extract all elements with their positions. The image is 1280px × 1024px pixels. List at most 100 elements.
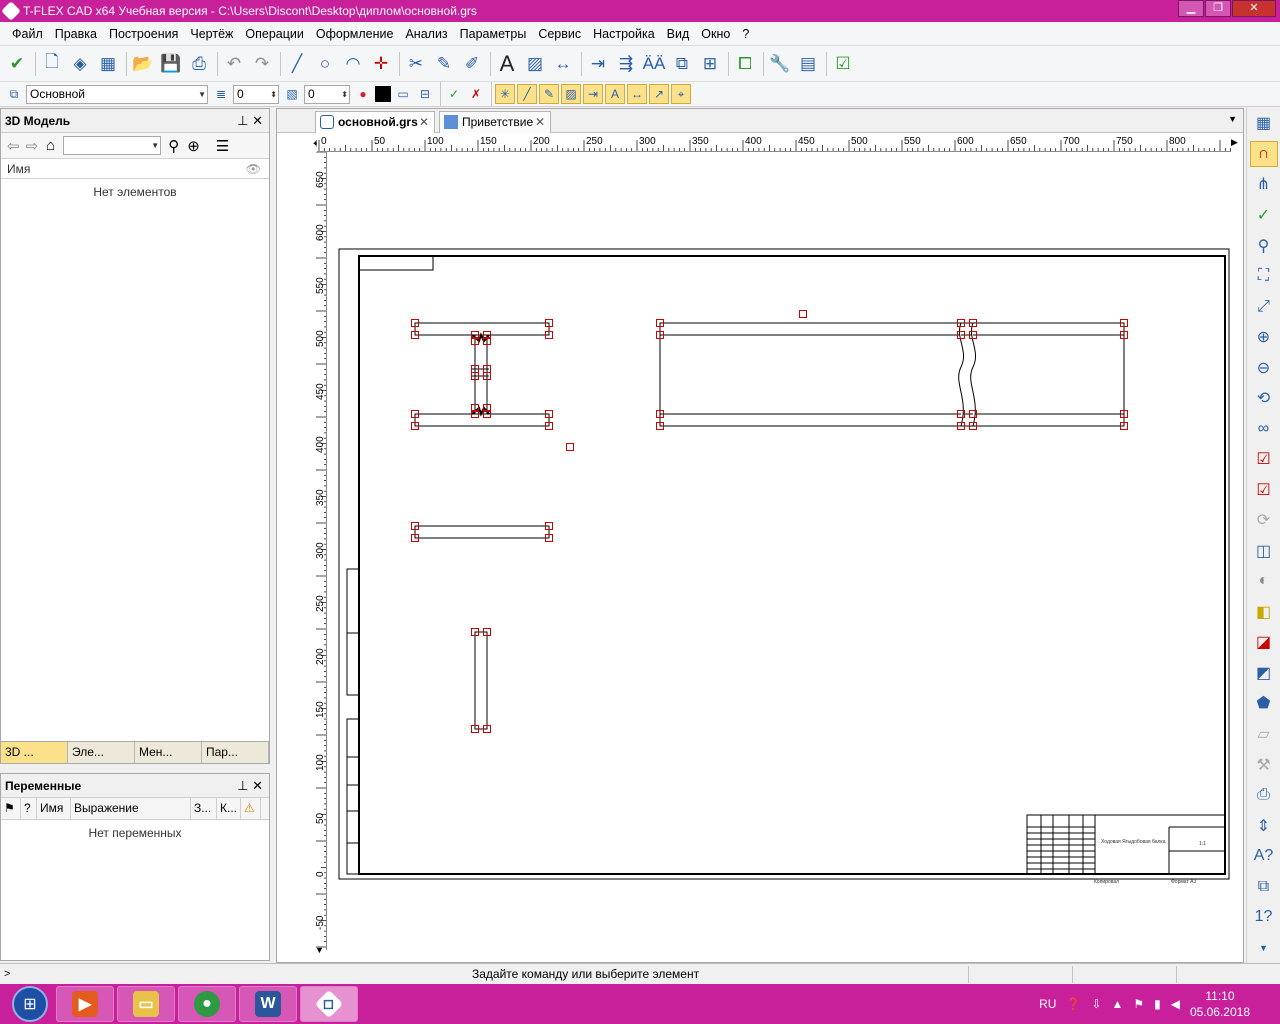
rotate-icon[interactable]: ⟳ bbox=[1250, 507, 1278, 534]
calculator-icon[interactable]: ▤ bbox=[795, 50, 821, 78]
snap-leader-icon[interactable]: ↗ bbox=[649, 84, 669, 104]
volume-icon[interactable]: ◀ bbox=[1171, 997, 1180, 1011]
zoom-previous-icon[interactable]: ⟲ bbox=[1250, 385, 1278, 412]
visibility-icon[interactable]: 👁 bbox=[246, 162, 261, 176]
menu-item-4[interactable]: Операции bbox=[239, 27, 309, 41]
column-name[interactable]: Имя bbox=[7, 162, 30, 176]
var-col-expression[interactable]: Выражение bbox=[71, 798, 191, 819]
usb-tray-icon[interactable]: ⇩ bbox=[1091, 997, 1101, 1011]
printer-icon[interactable]: ⎙ bbox=[1250, 782, 1278, 809]
search-icon[interactable]: ⚲ bbox=[168, 137, 179, 155]
tab-close-icon[interactable]: ✕ bbox=[419, 112, 429, 132]
scroll-down-icon[interactable]: ▼ bbox=[1250, 934, 1278, 961]
fragment-icon[interactable]: ⇥ bbox=[585, 50, 611, 78]
hatch-icon[interactable]: ▨ bbox=[522, 50, 548, 78]
options-icon[interactable]: 🔧 bbox=[767, 50, 793, 78]
trim-icon[interactable]: ✂ bbox=[403, 50, 429, 78]
snap-text-icon[interactable]: A bbox=[605, 84, 625, 104]
sketch-icon[interactable]: ✎ bbox=[431, 50, 457, 78]
check-cube2-icon[interactable]: ☑ bbox=[1250, 476, 1278, 503]
check-cube-icon[interactable]: ☑ bbox=[1250, 446, 1278, 473]
zoom-in-icon[interactable]: ⊕ bbox=[1250, 324, 1278, 351]
snap-fragment-icon[interactable]: ⇥ bbox=[583, 84, 603, 104]
language-indicator[interactable]: RU bbox=[1039, 997, 1056, 1011]
filter-icon[interactable]: ⊟ bbox=[415, 84, 435, 104]
tab-document-main[interactable]: основной.grs ✕ bbox=[315, 111, 435, 133]
flag-tray-icon[interactable]: ⚑ bbox=[1133, 997, 1144, 1011]
selection-handle[interactable] bbox=[799, 310, 807, 318]
menu-item-1[interactable]: Правка bbox=[49, 27, 103, 41]
dimension-icon[interactable]: ↔ bbox=[550, 50, 576, 78]
var-col-q[interactable]: ? bbox=[21, 798, 37, 819]
tools-icon[interactable]: ⚒ bbox=[1250, 751, 1278, 778]
variables-icon[interactable]: ÄÄ bbox=[641, 50, 667, 78]
view-icon[interactable]: ▱ bbox=[1250, 721, 1278, 748]
priority-input[interactable]: 0 ⬍ bbox=[304, 84, 350, 104]
save-icon[interactable]: 💾 bbox=[158, 50, 184, 78]
grid-icon[interactable]: ▦ bbox=[1250, 110, 1278, 137]
snap-node-icon[interactable]: ✳ bbox=[495, 84, 515, 104]
var-pin-close-buttons[interactable]: ⊥ ✕ bbox=[237, 778, 263, 794]
tab-menu[interactable]: Мен... bbox=[135, 742, 202, 763]
menu-item-3[interactable]: Чертёж bbox=[184, 27, 239, 41]
snap-sketch-icon[interactable]: ✎ bbox=[539, 84, 559, 104]
zoom-extents-icon[interactable]: ⤢ bbox=[1250, 293, 1278, 320]
new-table-icon[interactable]: ▦ bbox=[95, 50, 121, 78]
show-hidden-icon[interactable]: ▲ bbox=[1111, 997, 1123, 1011]
taskbar-explorer[interactable]: ▭ bbox=[117, 986, 175, 1022]
bucket-icon[interactable]: ◩ bbox=[1250, 660, 1278, 687]
tabs-dropdown-icon[interactable]: ▼ bbox=[1228, 114, 1237, 124]
var-col-comment[interactable]: К... bbox=[217, 798, 241, 819]
arc-icon[interactable]: ◠ bbox=[340, 50, 366, 78]
cube-icon[interactable]: ◫ bbox=[1250, 538, 1278, 565]
snap-dimension-icon[interactable]: ↔ bbox=[627, 84, 647, 104]
line-icon[interactable]: ╱ bbox=[284, 50, 310, 78]
redo-icon[interactable]: ↷ bbox=[249, 50, 275, 78]
ruler-down-arrow[interactable]: ▼ bbox=[315, 945, 324, 955]
pages-icon[interactable]: ⧉ bbox=[669, 50, 695, 78]
home-icon[interactable]: ⌂ bbox=[46, 137, 55, 154]
minimize-button[interactable]: ▁ bbox=[1178, 0, 1204, 17]
menu-item-10[interactable]: Вид bbox=[661, 27, 696, 41]
text-icon[interactable]: A bbox=[494, 50, 520, 78]
tab-3d-model[interactable]: 3D ... bbox=[1, 742, 68, 763]
magnet-icon[interactable]: ∩ bbox=[1249, 140, 1278, 168]
split-icon[interactable]: ⇕ bbox=[1250, 812, 1278, 839]
restore-button[interactable]: ❐ bbox=[1205, 0, 1231, 17]
tab-close-icon[interactable]: ✕ bbox=[535, 112, 545, 132]
copy-icon[interactable]: ⧠ bbox=[732, 50, 758, 78]
color-palette-icon[interactable]: ● bbox=[353, 84, 373, 104]
layers-icon[interactable]: ⧉ bbox=[4, 84, 24, 104]
edit-sketch-icon[interactable]: ✐ bbox=[459, 50, 485, 78]
taskbar-word[interactable]: W bbox=[239, 986, 297, 1022]
snap-tolerance-icon[interactable]: ⌖ bbox=[671, 84, 691, 104]
layer-combo[interactable]: Основной ▼ bbox=[26, 84, 208, 104]
yellow-cube-icon[interactable]: ◧ bbox=[1250, 599, 1278, 626]
select-filter-icon[interactable]: ✓ bbox=[444, 84, 464, 104]
fit-view-icon[interactable]: ⛶ bbox=[1250, 263, 1278, 290]
views-icon[interactable]: ⊞ bbox=[697, 50, 723, 78]
selection-handle[interactable] bbox=[566, 443, 574, 451]
close-button[interactable]: ✕ bbox=[1232, 0, 1276, 17]
target-icon[interactable]: ⊕ bbox=[187, 137, 200, 155]
menu-item-12[interactable]: ? bbox=[736, 27, 755, 41]
taskbar-tflex[interactable]: ◇ bbox=[300, 986, 358, 1022]
new-3d-model-icon[interactable]: ◈ bbox=[67, 50, 93, 78]
menu-item-7[interactable]: Параметры bbox=[454, 27, 533, 41]
print-icon[interactable]: ⎙ bbox=[186, 50, 212, 78]
circle-icon[interactable]: ○ bbox=[312, 50, 338, 78]
forward-icon[interactable]: ⇨ bbox=[26, 137, 39, 155]
tab-elements[interactable]: Эле... bbox=[68, 742, 135, 763]
zoom-window-icon[interactable]: ⚲ bbox=[1250, 232, 1278, 259]
model-filter-combo[interactable]: ▼ bbox=[63, 136, 162, 155]
confirm-icon[interactable]: ✔ bbox=[4, 50, 30, 78]
snap-check-icon[interactable]: ✓ bbox=[1250, 202, 1278, 229]
glasses-icon[interactable]: ∞ bbox=[1250, 415, 1278, 442]
scale-help-icon[interactable]: 1? bbox=[1250, 904, 1278, 931]
clock[interactable]: 11:10 05.06.2018 bbox=[1190, 988, 1250, 1020]
open-folder-icon[interactable]: 📂 bbox=[130, 50, 156, 78]
copy-doc-icon[interactable]: ⧉ bbox=[1250, 873, 1278, 900]
node-icon[interactable]: ✛ bbox=[368, 50, 394, 78]
menu-item-9[interactable]: Настройка bbox=[587, 27, 661, 41]
snap-line-icon[interactable]: ╱ bbox=[517, 84, 537, 104]
